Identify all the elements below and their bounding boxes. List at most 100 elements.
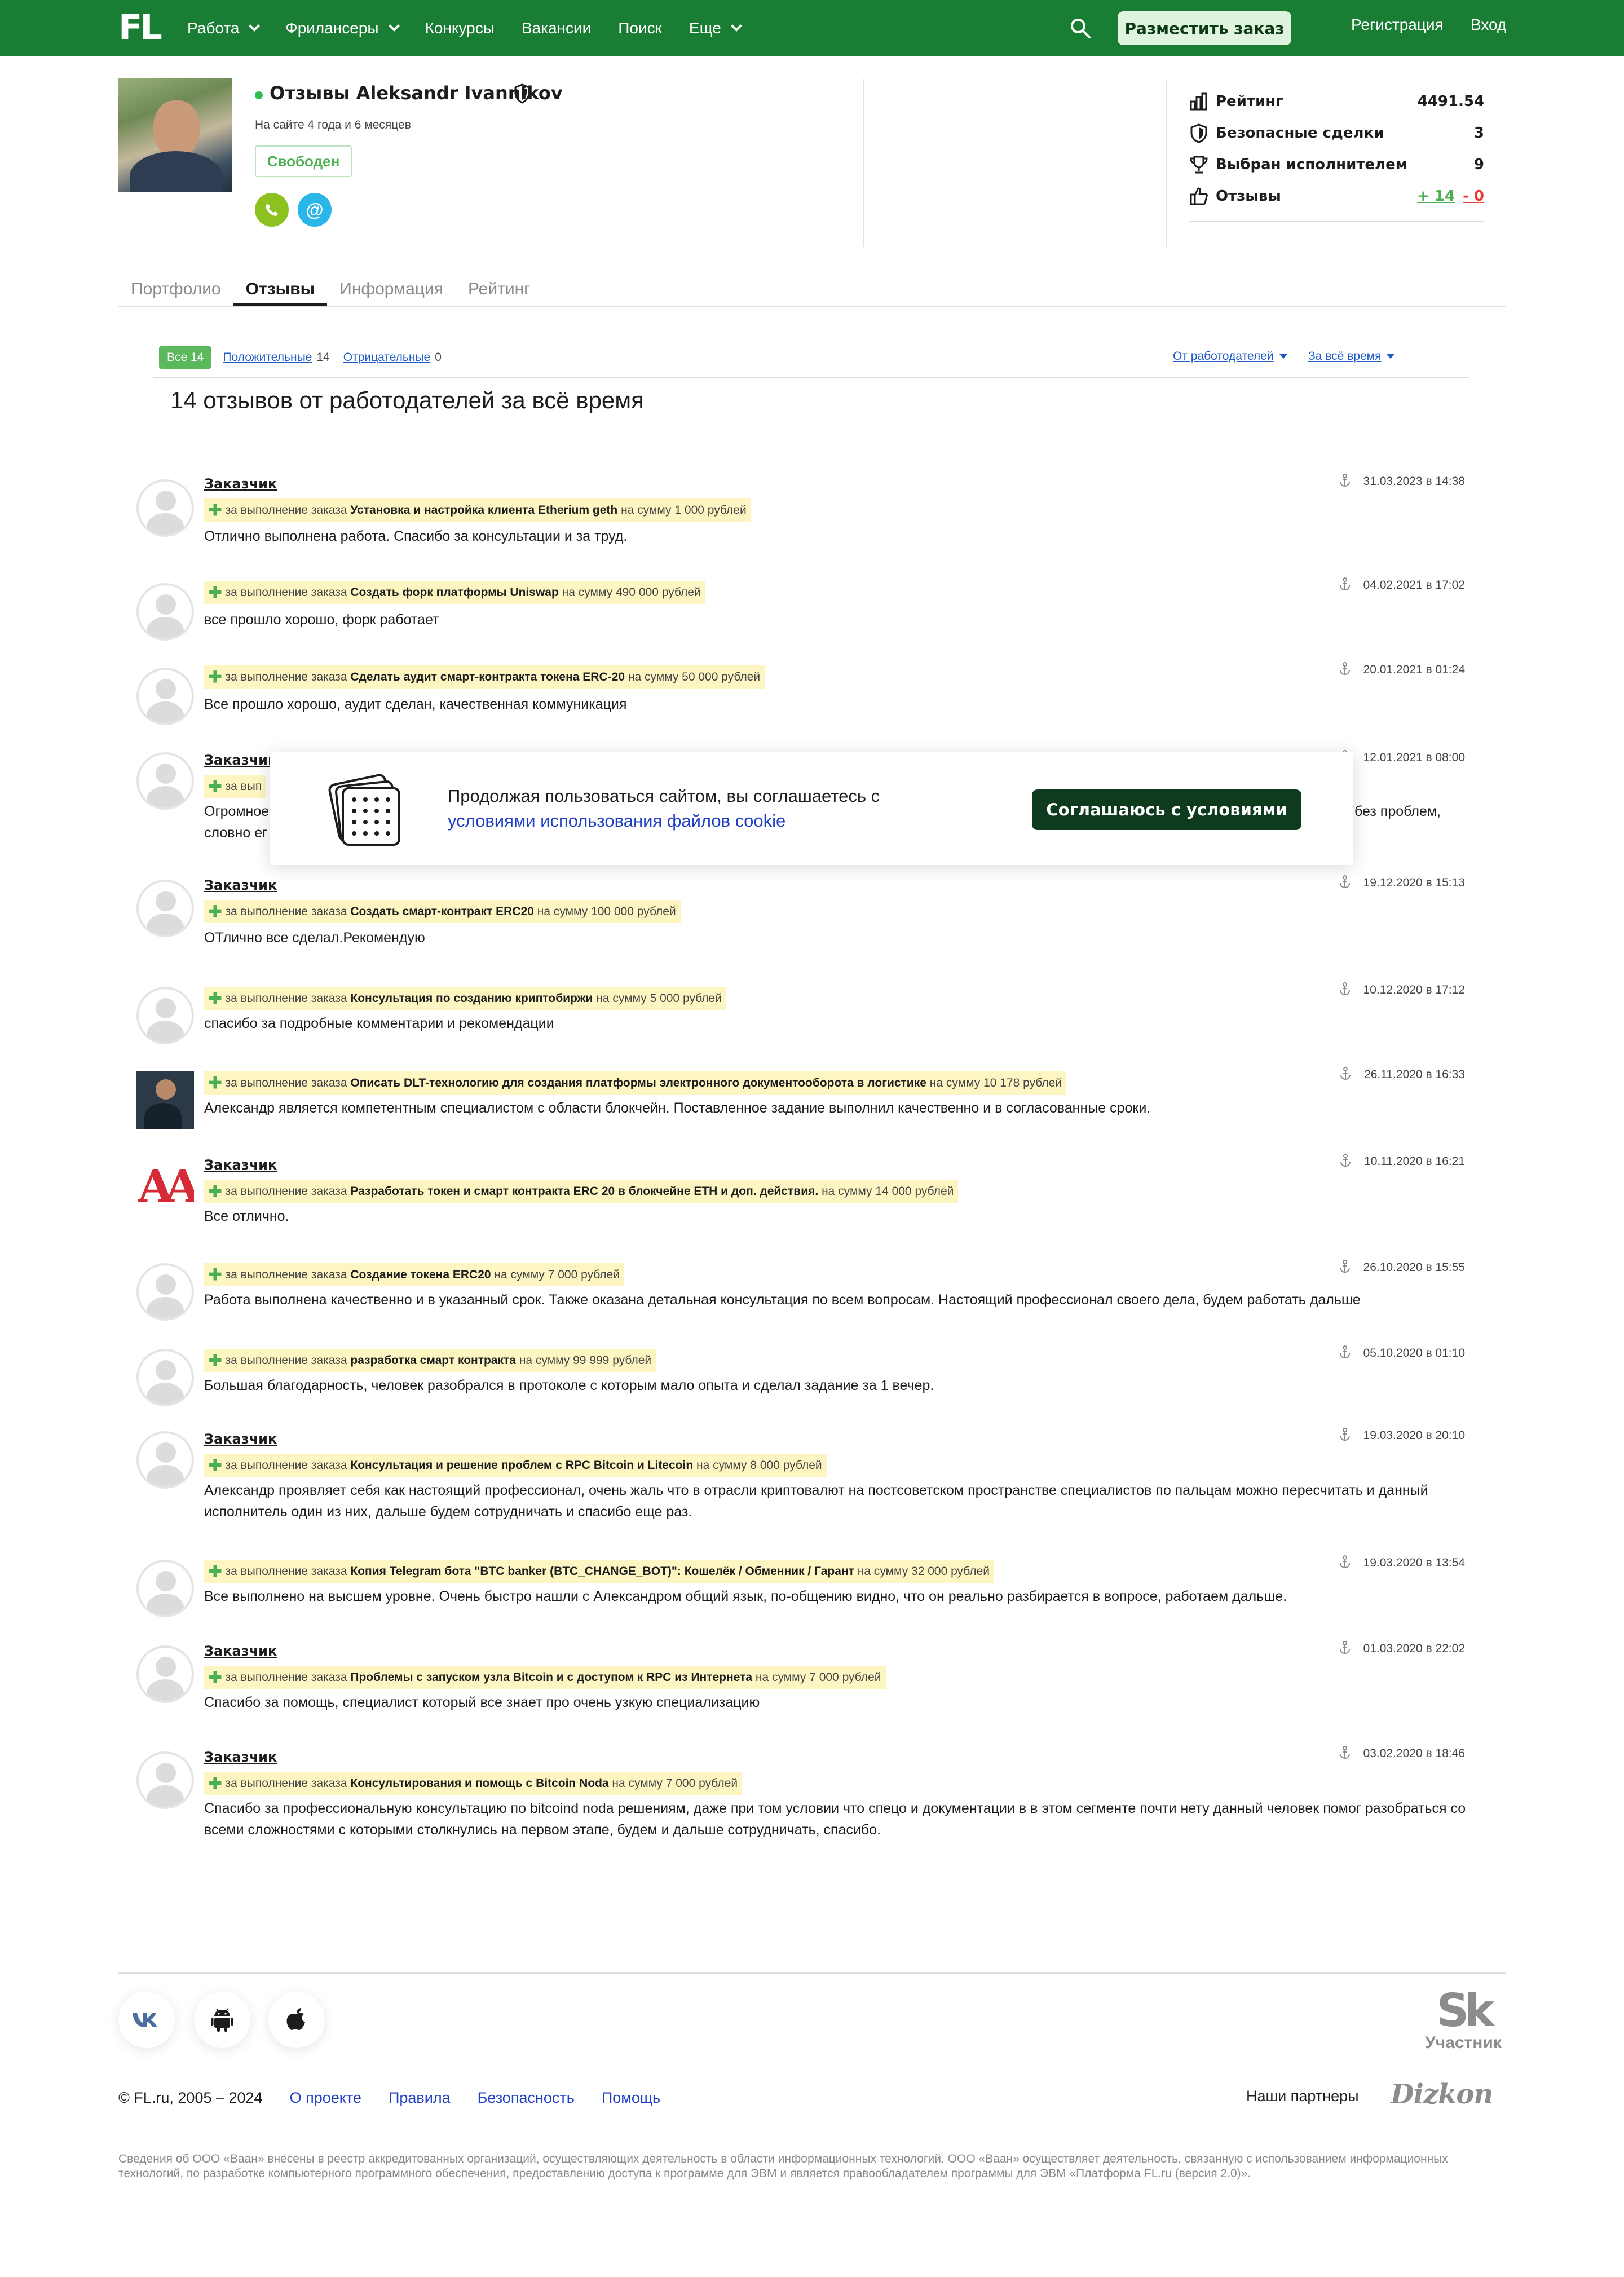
order-title[interactable]: Установка и настройка клиента Etherium g… <box>350 504 617 517</box>
reviewer-name[interactable]: Заказчик <box>204 1749 277 1765</box>
nav-work-label: Работа <box>187 19 240 37</box>
order-title[interactable]: Проблемы с запуском узла Bitcoin и с дос… <box>350 1671 752 1684</box>
review-date-text: 12.01.2021 в 08:00 <box>1363 751 1465 764</box>
order-info: ✚ за выполнение заказа Сделать аудит смар… <box>204 665 765 689</box>
anchor-icon[interactable] <box>1339 1428 1351 1441</box>
review-text: Александр является компетентным специали… <box>204 1100 1151 1116</box>
register-link[interactable]: Регистрация <box>1351 16 1444 34</box>
from-dropdown[interactable]: От работодателей <box>1173 350 1287 363</box>
footer-link-help[interactable]: Помощь <box>602 2089 660 2107</box>
filter-positive[interactable]: Положительные <box>223 351 312 364</box>
vk-button[interactable] <box>118 1992 175 2048</box>
positive-reviews-link[interactable]: + 14 <box>1417 188 1455 205</box>
anchor-icon[interactable] <box>1339 1641 1351 1654</box>
reviewer-avatar <box>136 1431 194 1489</box>
anchor-icon[interactable] <box>1339 982 1351 996</box>
nav-contests[interactable]: Конкурсы <box>425 19 495 37</box>
fl-logo[interactable]: FL <box>118 8 162 47</box>
order-title[interactable]: Описать DLT-технологию для создания плат… <box>350 1076 926 1089</box>
anchor-icon[interactable] <box>1339 1067 1352 1080</box>
anchor-icon[interactable] <box>1339 577 1351 591</box>
cookie-icon <box>328 774 400 846</box>
order-title[interactable]: Создать форк платформы Uniswap <box>350 586 558 599</box>
review-date-text: 20.01.2021 в 01:24 <box>1363 663 1465 676</box>
anchor-icon[interactable] <box>1339 474 1351 487</box>
login-link[interactable]: Вход <box>1471 16 1506 34</box>
anchor-icon[interactable] <box>1339 1345 1351 1359</box>
order-info: ✚ за выполнение заказа Консультирования и… <box>204 1772 743 1795</box>
review-text: Работа выполнена качественно и в указанн… <box>204 1292 1361 1308</box>
reviewer-avatar <box>136 1349 194 1406</box>
tab-portfolio[interactable]: Портфолио <box>118 274 233 307</box>
reviewer-name[interactable]: Заказчик <box>204 877 277 893</box>
plus-icon: ✚ <box>209 1775 222 1792</box>
negative-count: 0 <box>435 351 442 364</box>
nav-vacancies[interactable]: Вакансии <box>522 19 591 37</box>
tab-information[interactable]: Информация <box>327 274 456 307</box>
order-title[interactable]: Создание токена ERC20 <box>350 1268 491 1281</box>
dizkon-logo[interactable]: Dizkon <box>1391 2079 1493 2110</box>
order-title[interactable]: Консультация и решение проблем с RPC Bit… <box>350 1459 693 1472</box>
tab-rating[interactable]: Рейтинг <box>456 274 542 307</box>
reviewer-name[interactable]: Заказчик <box>204 1157 277 1173</box>
skolkovo-badge: Sk Участник <box>1421 1988 1506 2053</box>
footer-link-rules[interactable]: Правила <box>389 2089 451 2107</box>
anchor-icon[interactable] <box>1339 1555 1351 1569</box>
nav-work[interactable]: Работа <box>187 19 261 37</box>
review-date: 01.03.2020 в 22:02 <box>1339 1641 1465 1656</box>
nav-freelancers[interactable]: Фрилансеры <box>285 19 400 37</box>
search-icon[interactable] <box>1069 17 1092 39</box>
anchor-icon[interactable] <box>1339 875 1351 889</box>
order-sum: на сумму 7 000 рублей <box>494 1268 620 1281</box>
android-button[interactable] <box>194 1992 250 2048</box>
footer-link-about[interactable]: О проекте <box>290 2089 361 2107</box>
order-prefix: за выполнение заказа <box>225 670 347 683</box>
order-info: ✚ за выполнение заказа Создать смарт-конт… <box>204 900 681 923</box>
order-sum: на сумму 490 000 рублей <box>562 586 701 599</box>
negative-reviews-link[interactable]: - 0 <box>1463 188 1484 205</box>
nav-search[interactable]: Поиск <box>618 19 662 37</box>
accept-cookies-button[interactable]: Соглашаюсь с условиями <box>1032 789 1301 830</box>
reviewer-name[interactable]: Заказчик <box>204 476 277 492</box>
order-title[interactable]: Разработать токен и смарт контракта ERC … <box>350 1185 818 1198</box>
review-date-text: 26.11.2020 в 16:33 <box>1364 1068 1465 1081</box>
order-title[interactable]: Сделать аудит смарт-контракта токена ERC… <box>350 670 625 683</box>
reviewer-name[interactable]: Заказчик <box>204 752 277 768</box>
anchor-icon[interactable] <box>1339 1746 1351 1759</box>
order-title[interactable]: Консультирования и помощь с Bitcoin Noda <box>350 1777 608 1790</box>
anchor-icon[interactable] <box>1339 1260 1351 1273</box>
footer-link-safety[interactable]: Безопасность <box>478 2089 575 2107</box>
online-indicator <box>255 91 263 99</box>
at-icon: @ <box>306 199 324 220</box>
post-order-button[interactable]: Разместить заказ <box>1118 11 1291 45</box>
order-title[interactable]: разработка смарт контракта <box>350 1354 516 1367</box>
order-prefix: за выполнение заказа <box>225 1185 347 1198</box>
period-dropdown[interactable]: За всё время <box>1308 350 1395 363</box>
bar-chart-icon <box>1190 92 1207 111</box>
review-text: спасибо за подробные комментарии и реком… <box>204 1016 554 1031</box>
email-button[interactable]: @ <box>298 193 332 227</box>
anchor-icon[interactable] <box>1339 1154 1352 1167</box>
order-title[interactable]: Создать смарт-контракт ERC20 <box>350 905 534 918</box>
stat-safe-deals-value: 3 <box>1473 125 1484 142</box>
apple-button[interactable] <box>268 1992 325 2048</box>
review-text: Спасибо за профессиональную консультацию… <box>204 1801 1466 1838</box>
trophy-icon <box>1190 156 1208 174</box>
reviewer-name[interactable]: Заказчик <box>204 1643 277 1659</box>
review-text: все прошло хорошо, форк работает <box>204 612 439 628</box>
reviewer-name[interactable]: Заказчик <box>204 1431 277 1447</box>
reviewer-avatar <box>136 668 194 725</box>
cookie-terms-link[interactable]: условиями использования файлов cookie <box>448 809 955 833</box>
anchor-icon[interactable] <box>1339 662 1351 676</box>
filter-all[interactable]: Все 14 <box>159 346 212 369</box>
phone-button[interactable] <box>255 193 289 227</box>
order-info: ✚ за выполнение заказа Копия Telegram бот… <box>204 1560 995 1583</box>
order-title[interactable]: Копия Telegram бота "BTC banker (BTC_CHA… <box>350 1565 854 1578</box>
nav-more[interactable]: Еще <box>689 19 742 37</box>
legal-notice: Сведения об ООО «Ваан» внесены в реестр … <box>118 2152 1448 2180</box>
filter-negative[interactable]: Отрицательные <box>343 351 431 364</box>
review-date: 03.02.2020 в 18:46 <box>1339 1746 1465 1760</box>
order-title[interactable]: Консультация по созданию криптобиржи <box>350 992 593 1005</box>
tab-reviews[interactable]: Отзывы <box>233 274 328 307</box>
review-date-text: 05.10.2020 в 01:10 <box>1363 1347 1465 1360</box>
